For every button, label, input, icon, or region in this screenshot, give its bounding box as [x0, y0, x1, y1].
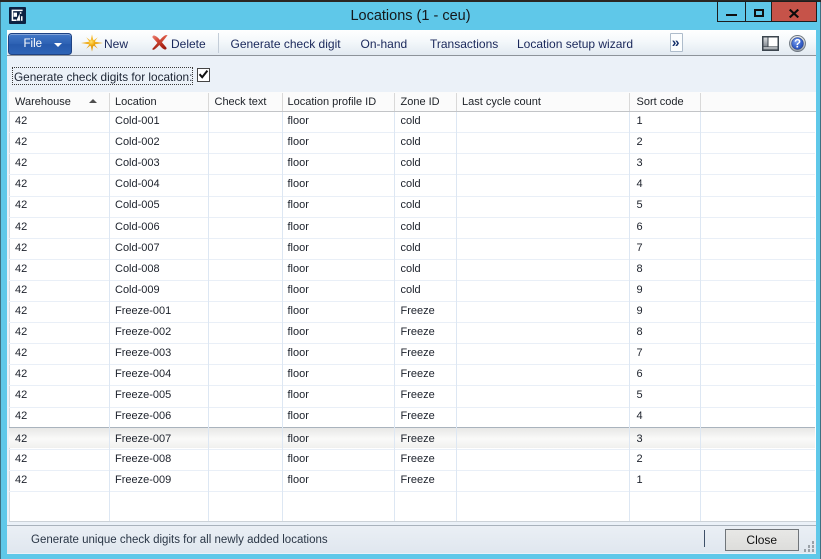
- svg-text:?: ?: [793, 39, 800, 51]
